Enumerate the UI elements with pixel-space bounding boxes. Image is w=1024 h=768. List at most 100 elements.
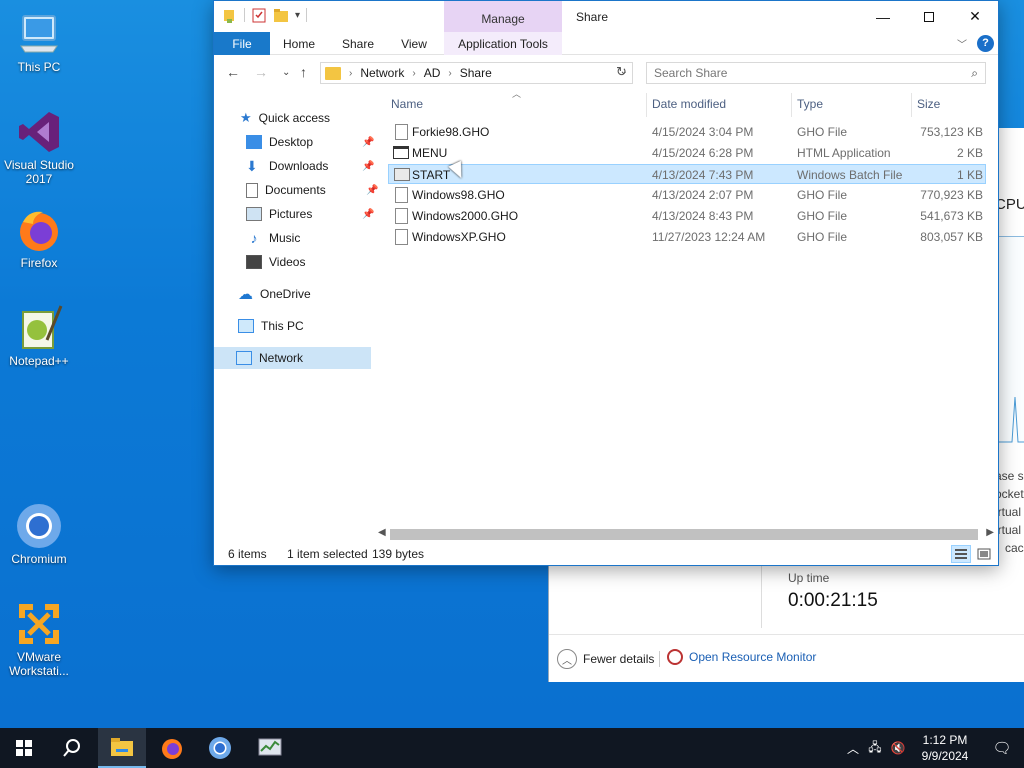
desktop-icon-visual-studio[interactable]: Visual Studio 2017 [1,108,77,186]
pin-icon[interactable]: 📌 [366,185,378,196]
network-icon [236,351,252,365]
computer-icon [238,319,254,333]
expand-ribbon-chevron-icon[interactable]: ﹀ [957,36,967,51]
star-icon: ★ [240,110,252,125]
forward-arrow-icon[interactable]: → [254,64,268,80]
nav-item-downloads[interactable]: ⬇ Downloads 📌 [246,155,374,177]
vmware-icon [15,600,63,648]
desktop-icon-firefox[interactable]: Firefox [1,206,77,270]
file-explorer-window[interactable]: ▾ Manage Share — ✕ File Home Share View … [213,0,999,566]
cpu-graph [997,236,1024,443]
file-row-selected[interactable]: START 4/13/2024 7:43 PM Windows Batch Fi… [388,164,986,184]
nav-item-music[interactable]: ♪ Music [246,227,301,249]
close-button[interactable]: ✕ [952,1,998,32]
minimize-button[interactable]: — [860,1,906,32]
nav-item-quick-access[interactable]: ★ Quick access [240,107,330,129]
taskbar-file-explorer[interactable] [98,728,146,768]
properties-icon[interactable] [251,7,267,23]
file-row[interactable]: Forkie98.GHO 4/15/2024 3:04 PM GHO File … [388,122,986,142]
breadcrumb-ad[interactable]: AD [424,66,441,80]
breadcrumb-chevron-icon[interactable]: › [412,68,415,79]
divider [791,93,792,117]
up-arrow-icon[interactable]: ↑ [300,64,307,80]
file-row[interactable]: WindowsXP.GHO 11/27/2023 12:24 AM GHO Fi… [388,227,986,247]
fewer-details-button[interactable]: ︿ Fewer details [557,649,654,669]
tab-file[interactable]: File [214,32,270,55]
navigation-pane: ★ Quick access Desktop 📌 ⬇ Downloads 📌 D… [214,93,384,533]
scroll-left-arrow-icon[interactable]: ◀ [378,527,386,538]
file-size: 541,673 KB [920,209,983,223]
scrollbar-thumb[interactable] [390,529,978,540]
nav-item-label: Downloads [269,159,329,173]
network-status-icon[interactable]: 🖧 [864,738,886,759]
back-arrow-icon[interactable]: ← [226,64,240,80]
help-icon[interactable]: ? [977,35,994,52]
tab-view[interactable]: View [394,32,434,55]
tab-share[interactable]: Share [336,32,380,55]
tab-home[interactable]: Home [276,32,322,55]
chromium-icon [15,502,63,550]
open-resource-monitor-link[interactable]: Open Resource Monitor [667,649,816,665]
volume-muted-icon[interactable]: 🔇 [886,741,910,755]
new-folder-icon[interactable] [273,7,289,23]
horizontal-scrollbar[interactable]: ◀ ▶ [374,526,996,543]
nav-item-pictures[interactable]: Pictures 📌 [246,203,374,225]
desktop-icon-vmware[interactable]: VMware Workstati... [1,600,77,678]
tab-application-tools[interactable]: Application Tools [444,32,562,55]
breadcrumb-chevron-icon[interactable]: › [448,68,451,79]
search-button[interactable] [48,728,96,768]
taskbar-firefox[interactable] [148,728,196,768]
taskbar-task-manager[interactable] [246,728,294,768]
column-header-type[interactable]: Type [797,97,823,111]
details-view-button[interactable] [951,545,971,563]
column-header-name[interactable]: Name [391,97,423,111]
maximize-button[interactable] [906,1,952,32]
manage-contextual-tab[interactable]: Manage [444,1,562,32]
desktop-icon-notepadpp[interactable]: Notepad++ [1,304,77,368]
file-date: 4/15/2024 6:28 PM [652,146,754,160]
pin-icon[interactable]: 📌 [362,137,374,148]
breadcrumb-share[interactable]: Share [460,66,492,80]
search-input[interactable]: Search Share ⌕ [646,62,986,84]
start-button[interactable] [0,728,48,768]
chromium-icon [209,737,231,759]
pin-icon[interactable]: 📌 [362,209,374,220]
desktop-icon-chromium[interactable]: Chromium [1,502,77,566]
title-bar: ▾ Manage Share — ✕ [214,1,998,32]
file-type: GHO File [797,209,848,223]
show-hidden-icons-chevron-icon[interactable]: ︿ [842,740,864,757]
file-row[interactable]: Windows2000.GHO 4/13/2024 8:43 PM GHO Fi… [388,206,986,226]
column-header-size[interactable]: Size [917,97,940,111]
breadcrumb-chevron-icon[interactable]: › [349,68,352,79]
nav-item-desktop[interactable]: Desktop 📌 [246,131,374,153]
file-size: 1 KB [956,168,983,182]
refresh-icon[interactable]: ↻ [616,64,627,80]
desktop-icon-this-pc[interactable]: This PC [1,10,77,74]
taskbar-chromium[interactable] [196,728,244,768]
large-icons-view-button[interactable] [974,545,994,563]
customize-toolbar-dropdown-icon[interactable]: ▾ [295,10,300,21]
desktop-icon-label: Visual Studio 2017 [4,158,74,186]
recent-locations-chevron-icon[interactable]: ⌄ [282,67,290,78]
folder-properties-icon[interactable] [222,7,238,23]
file-row[interactable]: Windows98.GHO 4/13/2024 2:07 PM GHO File… [388,185,986,205]
nav-item-network[interactable]: Network [214,347,371,369]
nav-item-label: Desktop [269,135,314,149]
pin-icon[interactable]: 📌 [362,161,374,172]
column-header-date-modified[interactable]: Date modified [652,97,726,111]
clock[interactable]: 1:12 PM 9/9/2024 [910,732,980,764]
file-row[interactable]: MENU 4/15/2024 6:28 PM HTML Application … [388,143,986,163]
breadcrumb-network[interactable]: Network [360,66,404,80]
scroll-right-arrow-icon[interactable]: ▶ [986,527,994,538]
html-application-icon [393,146,409,159]
nav-item-onedrive[interactable]: ☁ OneDrive [238,283,311,305]
firefox-icon [15,206,63,254]
quick-access-toolbar: ▾ [222,7,308,23]
nav-item-this-pc[interactable]: This PC [238,315,304,337]
generic-file-icon [395,229,408,245]
pictures-icon [246,207,262,221]
action-center-icon[interactable]: 🗨 [980,739,1024,757]
address-bar[interactable]: › Network › AD › Share ⌄ [320,62,633,84]
nav-item-documents[interactable]: Documents 📌 [246,179,378,201]
nav-item-videos[interactable]: Videos [246,251,305,273]
